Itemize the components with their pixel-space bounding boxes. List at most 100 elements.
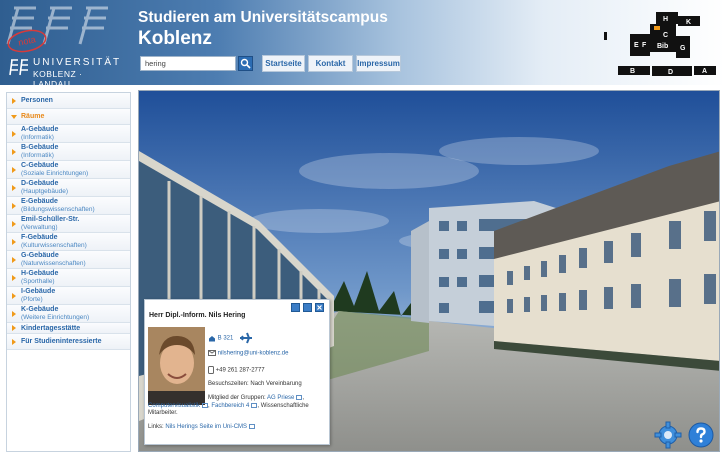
sidebar-item-label: A-Gebäude	[21, 126, 59, 133]
home-icon	[209, 335, 215, 341]
email-row: nilshering@uni-koblenz.de	[208, 350, 288, 358]
visiting-hours: Besuchszeiten: Nach Vereinbarung	[208, 381, 302, 387]
person-photo	[148, 327, 205, 405]
sidebar-item-label: F-Gebäude	[21, 234, 58, 241]
university-name: UNIVERSITÄT	[33, 57, 122, 68]
chevron-right-icon	[12, 148, 16, 155]
sidebar-item-sublabel: (Bildungswissenschaften)	[21, 206, 95, 213]
search-input[interactable]	[140, 56, 236, 71]
phone-number: +49 261 287-2777	[215, 367, 265, 374]
sidebar-item-label: Räume	[21, 113, 45, 120]
email-link[interactable]: nilshering@uni-koblenz.de	[218, 351, 289, 357]
sidebar-item-sublabel: (Sporthalle)	[21, 278, 55, 285]
university-mark-icon	[9, 59, 28, 76]
groups-row: Mitglied der Gruppen: AG Priese,	[208, 395, 305, 402]
sidebar-item-label: Emil-Schüller-Str.	[21, 216, 80, 223]
chevron-right-icon	[12, 97, 16, 104]
search-button[interactable]	[238, 56, 253, 71]
minimize-button[interactable]	[291, 303, 300, 312]
map-label: A	[702, 68, 707, 75]
map-label: F	[642, 42, 647, 49]
map-label: B	[630, 68, 635, 75]
settings-icon[interactable]	[654, 421, 682, 449]
map-building-ef[interactable]	[630, 34, 650, 56]
sidebar-item-a-gebaeude[interactable]: A-Gebäude (Informatik)	[7, 125, 130, 143]
sidebar-item-studieninteressierte[interactable]: Für Studieninteressierte	[7, 334, 130, 350]
sidebar-item-label: Personen	[21, 97, 53, 104]
cms-page-link[interactable]: Nils Herings Seite im Uni-CMS	[165, 424, 247, 430]
external-link-icon	[249, 424, 256, 429]
sidebar-item-h-gebaeude[interactable]: H-Gebäude (Sporthalle)	[7, 269, 130, 287]
university-logo[interactable]: nota UNIVERSITÄT KOBLENZ · LANDAU	[0, 0, 122, 89]
chevron-right-icon	[12, 238, 16, 245]
header: nota UNIVERSITÄT KOBLENZ · LANDAU Studie…	[0, 0, 725, 89]
sidebar-item-label: Kindertagesstätte	[21, 324, 81, 332]
sidebar-item-kindertagesstaette[interactable]: Kindertagesstätte	[7, 323, 130, 334]
person-info-popup: Herr Dipl.-Inform. Nils Hering B 321 nil…	[144, 299, 330, 445]
chevron-right-icon	[12, 256, 16, 263]
seal-text: nota	[17, 34, 36, 47]
group-link-computervisualistik[interactable]: Computervisualistik	[148, 403, 200, 409]
map-marker	[604, 32, 607, 40]
help-icon[interactable]	[688, 422, 714, 448]
sidebar-item-label: I-Gebäude	[21, 288, 56, 295]
sidebar-item-sublabel: (Hauptgebäude)	[21, 188, 68, 195]
close-button[interactable]	[315, 303, 324, 312]
sidebar-item-personen[interactable]: Personen	[7, 93, 130, 109]
chevron-right-icon	[12, 274, 16, 281]
sidebar-item-f-gebaeude[interactable]: F-Gebäude (Kulturwissenschaften)	[7, 233, 130, 251]
phone-row: +49 261 287-2777	[208, 366, 265, 375]
group-link-fachbereich-4[interactable]: Fachbereich 4	[211, 403, 249, 409]
close-icon	[317, 305, 322, 310]
impressum-button[interactable]: Impressum	[356, 55, 401, 72]
sidebar-item-g-gebaeude[interactable]: G-Gebäude (Naturwissenschaften)	[7, 251, 130, 269]
chevron-right-icon	[12, 338, 16, 345]
sidebar-item-sublabel: (Kulturwissenschaften)	[21, 242, 87, 249]
sidebar-item-e-gebaeude[interactable]: E-Gebäude (Bildungswissenschaften)	[7, 197, 130, 215]
chevron-right-icon	[12, 310, 16, 317]
plane-icon[interactable]	[239, 332, 253, 344]
phone-icon	[208, 366, 214, 374]
sidebar-item-k-gebaeude[interactable]: K-Gebäude (Weitere Einrichtungen)	[7, 305, 130, 323]
map-label: D	[668, 69, 673, 76]
sidebar-item-label: C-Gebäude	[21, 162, 59, 169]
kontakt-button[interactable]: Kontakt	[308, 55, 353, 72]
room-link[interactable]: B 321	[218, 336, 234, 342]
campus-map[interactable]: H K C E F Bib G B D A	[600, 6, 720, 78]
sidebar: Personen Räume A-Gebäude (Informatik) B-G…	[6, 92, 131, 452]
sidebar-item-i-gebaeude[interactable]: I-Gebäude (Pforte)	[7, 287, 130, 305]
sidebar-item-sublabel: (Soziale Einrichtungen)	[21, 170, 89, 177]
sidebar-item-label: G-Gebäude	[21, 252, 59, 259]
group-link-ag-priese[interactable]: AG Priese	[267, 395, 294, 401]
sidebar-item-c-gebaeude[interactable]: C-Gebäude (Soziale Einrichtungen)	[7, 161, 130, 179]
room-row: B 321	[208, 332, 253, 344]
sidebar-item-sublabel: (Verwaltung)	[21, 224, 58, 231]
sidebar-item-label: E-Gebäude	[21, 198, 58, 205]
sidebar-item-sublabel: (Weitere Einrichtungen)	[21, 314, 90, 321]
links-row: Links: Nils Herings Seite im Uni-CMS	[148, 424, 326, 431]
startseite-button[interactable]: Startseite	[262, 55, 305, 72]
sidebar-item-d-gebaeude[interactable]: D-Gebäude (Hauptgebäude)	[7, 179, 130, 197]
university-location: KOBLENZ · LANDAU	[33, 69, 83, 89]
sidebar-item-label: D-Gebäude	[21, 180, 59, 187]
sidebar-item-emil-schueller-str[interactable]: Emil-Schüller-Str. (Verwaltung)	[7, 215, 130, 233]
chevron-right-icon	[12, 130, 16, 137]
sidebar-item-sublabel: (Naturwissenschaften)	[21, 260, 86, 267]
external-link-icon	[296, 395, 303, 400]
sidebar-item-label: Für Studieninteressierte	[21, 338, 102, 345]
external-link-icon	[202, 403, 209, 408]
groups-prefix: Mitglied der Gruppen:	[208, 395, 266, 402]
portrait-image	[148, 327, 205, 405]
map-label: G	[680, 45, 686, 52]
site-title: Studieren am Universitätscampus	[138, 9, 388, 26]
sidebar-item-label: B-Gebäude	[21, 144, 59, 151]
chevron-right-icon	[12, 202, 16, 209]
groups-row-2: Computervisualistik, Fachbereich 4, Wiss…	[148, 403, 309, 417]
sidebar-item-raeume[interactable]: Räume	[7, 109, 130, 125]
map-label: E	[634, 42, 639, 49]
maximize-button[interactable]	[303, 303, 312, 312]
sidebar-item-sublabel: (Informatik)	[21, 152, 54, 159]
site-subtitle: Koblenz	[138, 28, 212, 49]
sidebar-item-label: K-Gebäude	[21, 306, 59, 313]
sidebar-item-b-gebaeude[interactable]: B-Gebäude (Informatik)	[7, 143, 130, 161]
